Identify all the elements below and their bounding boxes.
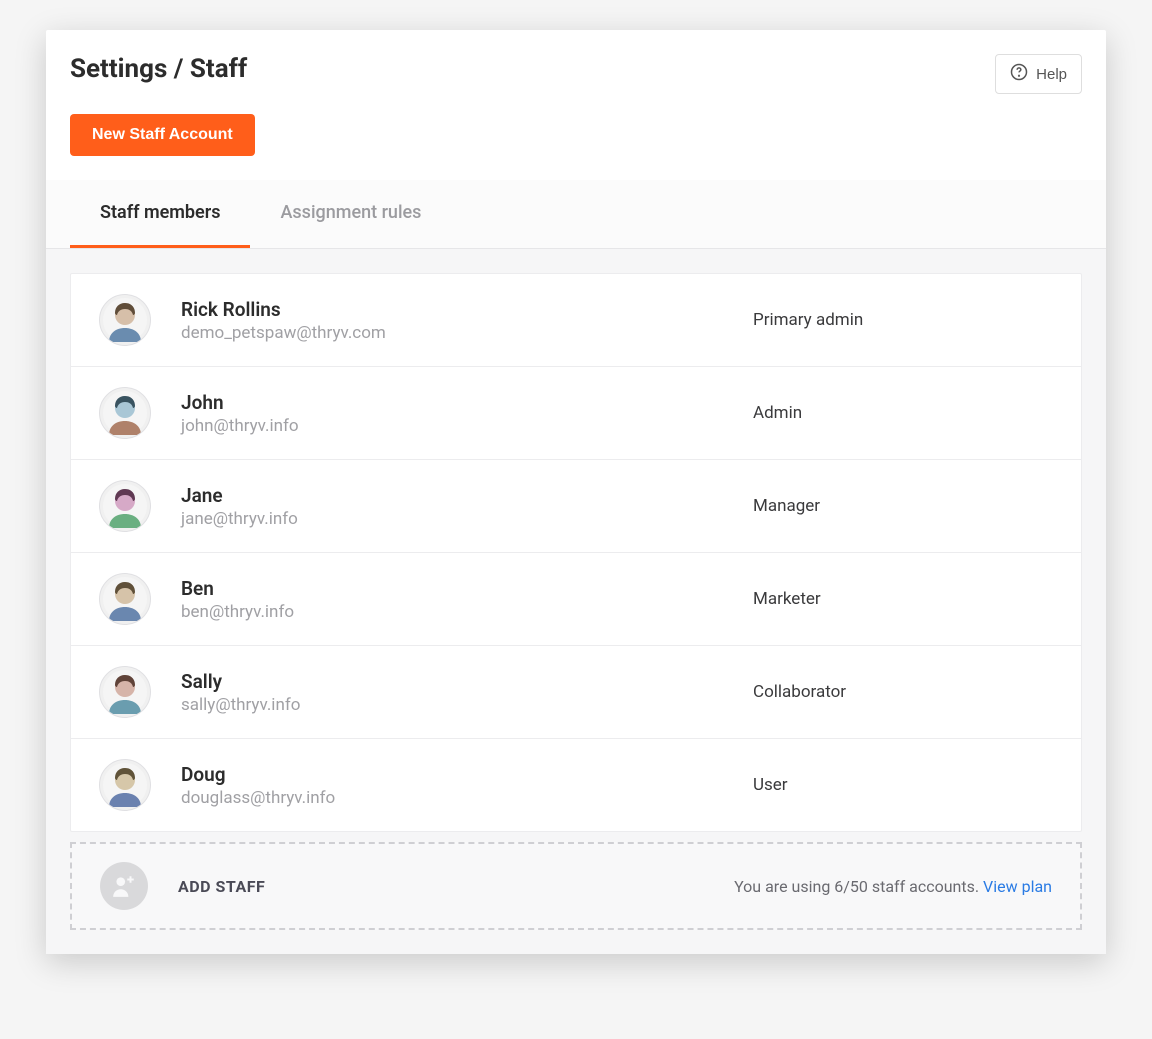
add-staff-icon	[100, 862, 148, 910]
staff-info: Sally sally@thryv.info	[181, 670, 753, 715]
avatar	[99, 573, 151, 625]
staff-email: sally@thryv.info	[181, 695, 753, 715]
staff-info: Jane jane@thryv.info	[181, 484, 753, 529]
staff-name: Doug	[181, 763, 753, 786]
staff-info: John john@thryv.info	[181, 391, 753, 436]
staff-email: ben@thryv.info	[181, 602, 753, 622]
add-staff-label: ADD STAFF	[178, 877, 734, 896]
tabs-bar: Staff members Assignment rules	[46, 180, 1106, 249]
staff-role: User	[753, 775, 1053, 795]
staff-role: Primary admin	[753, 310, 1053, 330]
avatar	[99, 759, 151, 811]
usage-count: You are using 6/50 staff accounts.	[734, 877, 983, 896]
staff-row[interactable]: Jane jane@thryv.info Manager	[71, 460, 1081, 553]
staff-name: Sally	[181, 670, 753, 693]
staff-row[interactable]: John john@thryv.info Admin	[71, 367, 1081, 460]
staff-name: Rick Rollins	[181, 298, 753, 321]
avatar	[99, 666, 151, 718]
avatar	[99, 294, 151, 346]
staff-row[interactable]: Doug douglass@thryv.info User	[71, 739, 1081, 831]
usage-text: You are using 6/50 staff accounts. View …	[734, 877, 1052, 896]
staff-role: Collaborator	[753, 682, 1053, 702]
help-label: Help	[1036, 66, 1067, 83]
staff-email: jane@thryv.info	[181, 509, 753, 529]
staff-name: Jane	[181, 484, 753, 507]
new-staff-account-button[interactable]: New Staff Account	[70, 114, 255, 156]
help-icon	[1010, 63, 1028, 85]
avatar	[99, 387, 151, 439]
tab-staff-members[interactable]: Staff members	[70, 180, 250, 248]
settings-staff-card: Settings / Staff Help New Staff Account …	[46, 30, 1106, 954]
staff-role: Admin	[753, 403, 1053, 423]
staff-name: Ben	[181, 577, 753, 600]
staff-role: Marketer	[753, 589, 1053, 609]
staff-email: john@thryv.info	[181, 416, 753, 436]
header-bar: Settings / Staff Help	[46, 30, 1106, 94]
staff-email: demo_petspaw@thryv.com	[181, 323, 753, 343]
staff-info: Ben ben@thryv.info	[181, 577, 753, 622]
staff-info: Rick Rollins demo_petspaw@thryv.com	[181, 298, 753, 343]
tab-assignment-rules[interactable]: Assignment rules	[250, 180, 451, 248]
staff-email: douglass@thryv.info	[181, 788, 753, 808]
staff-list: Rick Rollins demo_petspaw@thryv.com Prim…	[70, 273, 1082, 832]
staff-info: Doug douglass@thryv.info	[181, 763, 753, 808]
view-plan-link[interactable]: View plan	[983, 877, 1052, 896]
help-button[interactable]: Help	[995, 54, 1082, 94]
staff-role: Manager	[753, 496, 1053, 516]
staff-name: John	[181, 391, 753, 414]
staff-row[interactable]: Rick Rollins demo_petspaw@thryv.com Prim…	[71, 274, 1081, 367]
add-staff-row[interactable]: ADD STAFF You are using 6/50 staff accou…	[70, 842, 1082, 930]
avatar	[99, 480, 151, 532]
staff-row[interactable]: Sally sally@thryv.info Collaborator	[71, 646, 1081, 739]
staff-row[interactable]: Ben ben@thryv.info Marketer	[71, 553, 1081, 646]
breadcrumb: Settings / Staff	[70, 54, 247, 84]
content-area: Rick Rollins demo_petspaw@thryv.com Prim…	[46, 249, 1106, 954]
